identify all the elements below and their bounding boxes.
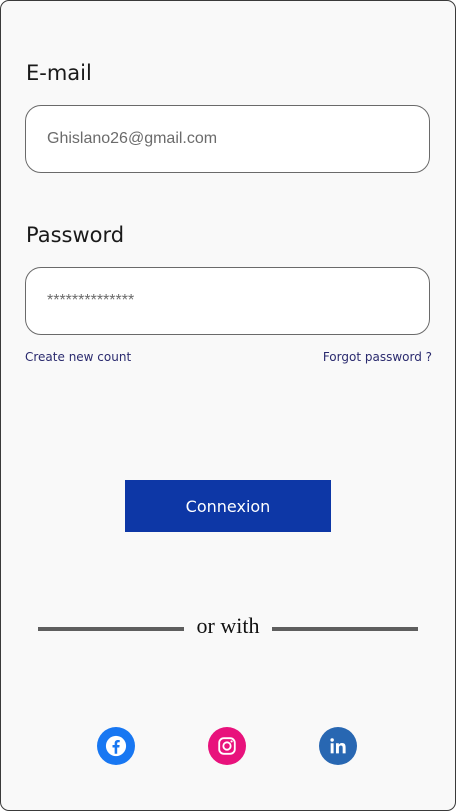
login-card: E-mail Password Create new count Forgot …	[0, 0, 456, 811]
divider-left	[38, 627, 184, 631]
instagram-button[interactable]	[208, 727, 246, 765]
password-field[interactable]	[45, 291, 429, 311]
email-label: E-mail	[26, 61, 92, 85]
password-label: Password	[26, 223, 125, 247]
create-account-link[interactable]: Create new count	[25, 350, 131, 364]
instagram-icon	[218, 737, 236, 755]
linkedin-button[interactable]	[319, 727, 357, 765]
email-field[interactable]	[45, 129, 429, 149]
divider-right	[272, 627, 418, 631]
forgot-password-link[interactable]: Forgot password ?	[323, 350, 432, 364]
password-field-container[interactable]	[25, 267, 430, 335]
or-with-text: or with	[196, 613, 260, 638]
facebook-icon	[105, 735, 127, 757]
linkedin-icon	[330, 738, 346, 754]
facebook-button[interactable]	[97, 727, 135, 765]
email-field-container[interactable]	[25, 105, 430, 173]
connexion-button[interactable]: Connexion	[125, 480, 331, 532]
